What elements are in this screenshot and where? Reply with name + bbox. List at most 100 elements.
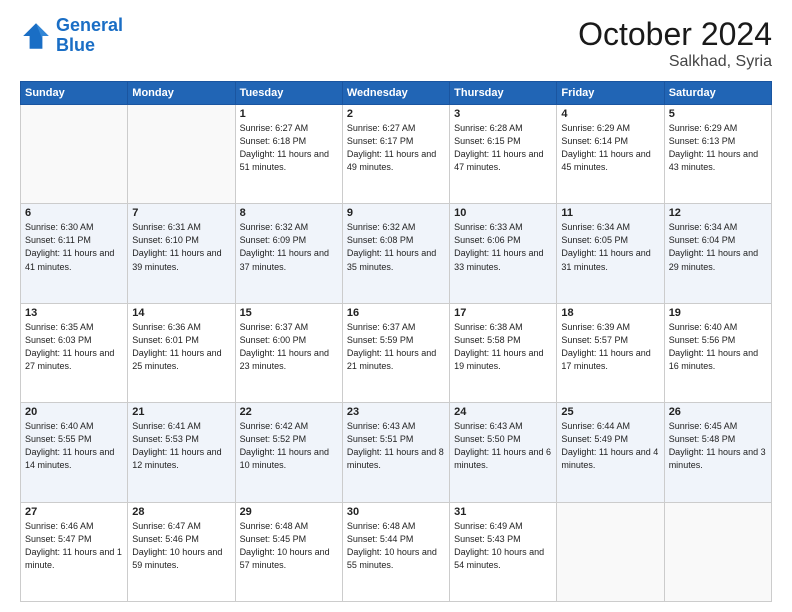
table-row: 28 Sunrise: 6:47 AM Sunset: 5:46 PM Dayli… [128, 502, 235, 601]
table-row: 21Sunrise: 6:41 AM Sunset: 5:53 PM Dayli… [128, 403, 235, 502]
day-info: Sunrise: 6:35 AM Sunset: 6:03 PM Dayligh… [25, 321, 123, 373]
day-number: 19 [669, 307, 767, 319]
day-number: 2 [347, 108, 445, 120]
day-info: Sunrise: 6:47 AM Sunset: 5:46 PM Dayligh… [132, 520, 230, 572]
table-row: 4 Sunrise: 6:29 AM Sunset: 6:14 PM Daylig… [557, 105, 664, 204]
table-row: 25 Sunrise: 6:44 AM Sunset: 5:49 PM Dayli… [557, 403, 664, 502]
day-info: Sunrise: 6:43 AM Sunset: 5:50 PM Dayligh… [454, 420, 552, 472]
day-number: 1 [240, 108, 338, 120]
calendar-week-row: 13 Sunrise: 6:35 AM Sunset: 6:03 PM Dayli… [21, 303, 772, 402]
logo: General Blue [20, 16, 123, 56]
col-sunday: Sunday [21, 82, 128, 105]
calendar-week-row: 6Sunrise: 6:30 AM Sunset: 6:11 PM Daylig… [21, 204, 772, 303]
day-number: 30 [347, 506, 445, 518]
day-number: 11 [561, 207, 659, 219]
day-number: 27 [25, 506, 123, 518]
day-info: Sunrise: 6:48 AM Sunset: 5:44 PM Dayligh… [347, 520, 445, 572]
day-info: Sunrise: 6:33 AM Sunset: 6:06 PM Dayligh… [454, 221, 552, 273]
title-block: October 2024 Salkhad, Syria [578, 16, 772, 71]
day-number: 10 [454, 207, 552, 219]
day-info: Sunrise: 6:44 AM Sunset: 5:49 PM Dayligh… [561, 420, 659, 472]
table-row: 18Sunrise: 6:39 AM Sunset: 5:57 PM Dayli… [557, 303, 664, 402]
table-row: 3Sunrise: 6:28 AM Sunset: 6:15 PM Daylig… [450, 105, 557, 204]
day-info: Sunrise: 6:46 AM Sunset: 5:47 PM Dayligh… [25, 520, 123, 572]
day-number: 20 [25, 406, 123, 418]
calendar-week-row: 1Sunrise: 6:27 AM Sunset: 6:18 PM Daylig… [21, 105, 772, 204]
table-row: 31Sunrise: 6:49 AM Sunset: 5:43 PM Dayli… [450, 502, 557, 601]
day-number: 26 [669, 406, 767, 418]
day-number: 31 [454, 506, 552, 518]
col-wednesday: Wednesday [342, 82, 449, 105]
day-number: 13 [25, 307, 123, 319]
calendar-week-row: 27 Sunrise: 6:46 AM Sunset: 5:47 PM Dayli… [21, 502, 772, 601]
day-number: 3 [454, 108, 552, 120]
table-row: 12 Sunrise: 6:34 AM Sunset: 6:04 PM Dayli… [664, 204, 771, 303]
col-saturday: Saturday [664, 82, 771, 105]
table-row: 1Sunrise: 6:27 AM Sunset: 6:18 PM Daylig… [235, 105, 342, 204]
day-info: Sunrise: 6:48 AM Sunset: 5:45 PM Dayligh… [240, 520, 338, 572]
day-info: Sunrise: 6:36 AM Sunset: 6:01 PM Dayligh… [132, 321, 230, 373]
table-row: 19 Sunrise: 6:40 AM Sunset: 5:56 PM Dayli… [664, 303, 771, 402]
month-title: October 2024 [578, 16, 772, 53]
day-number: 18 [561, 307, 659, 319]
day-number: 16 [347, 307, 445, 319]
calendar-header-row: Sunday Monday Tuesday Wednesday Thursday… [21, 82, 772, 105]
col-tuesday: Tuesday [235, 82, 342, 105]
day-info: Sunrise: 6:34 AM Sunset: 6:05 PM Dayligh… [561, 221, 659, 273]
table-row: 22 Sunrise: 6:42 AM Sunset: 5:52 PM Dayli… [235, 403, 342, 502]
col-friday: Friday [557, 82, 664, 105]
table-row: 7 Sunrise: 6:31 AM Sunset: 6:10 PM Daylig… [128, 204, 235, 303]
logo-icon [20, 20, 52, 52]
logo-text: General Blue [56, 16, 123, 56]
table-row: 9Sunrise: 6:32 AM Sunset: 6:08 PM Daylig… [342, 204, 449, 303]
day-info: Sunrise: 6:29 AM Sunset: 6:14 PM Dayligh… [561, 122, 659, 174]
table-row: 29Sunrise: 6:48 AM Sunset: 5:45 PM Dayli… [235, 502, 342, 601]
table-row: 2 Sunrise: 6:27 AM Sunset: 6:17 PM Daylig… [342, 105, 449, 204]
day-number: 5 [669, 108, 767, 120]
day-info: Sunrise: 6:40 AM Sunset: 5:56 PM Dayligh… [669, 321, 767, 373]
day-number: 12 [669, 207, 767, 219]
col-monday: Monday [128, 82, 235, 105]
table-row: 13 Sunrise: 6:35 AM Sunset: 6:03 PM Dayli… [21, 303, 128, 402]
table-row: 14 Sunrise: 6:36 AM Sunset: 6:01 PM Dayli… [128, 303, 235, 402]
calendar-table: Sunday Monday Tuesday Wednesday Thursday… [20, 81, 772, 602]
table-row: 10 Sunrise: 6:33 AM Sunset: 6:06 PM Dayli… [450, 204, 557, 303]
table-row: 15Sunrise: 6:37 AM Sunset: 6:00 PM Dayli… [235, 303, 342, 402]
day-number: 28 [132, 506, 230, 518]
day-number: 23 [347, 406, 445, 418]
table-row: 30 Sunrise: 6:48 AM Sunset: 5:44 PM Dayli… [342, 502, 449, 601]
day-number: 25 [561, 406, 659, 418]
table-row: 6Sunrise: 6:30 AM Sunset: 6:11 PM Daylig… [21, 204, 128, 303]
logo-general: General [56, 15, 123, 35]
day-info: Sunrise: 6:32 AM Sunset: 6:08 PM Dayligh… [347, 221, 445, 273]
day-number: 4 [561, 108, 659, 120]
day-number: 8 [240, 207, 338, 219]
header: General Blue October 2024 Salkhad, Syria [20, 16, 772, 71]
page: General Blue October 2024 Salkhad, Syria… [0, 0, 792, 612]
day-number: 6 [25, 207, 123, 219]
table-row [664, 502, 771, 601]
day-info: Sunrise: 6:40 AM Sunset: 5:55 PM Dayligh… [25, 420, 123, 472]
day-info: Sunrise: 6:29 AM Sunset: 6:13 PM Dayligh… [669, 122, 767, 174]
col-thursday: Thursday [450, 82, 557, 105]
calendar-week-row: 20 Sunrise: 6:40 AM Sunset: 5:55 PM Dayli… [21, 403, 772, 502]
table-row [21, 105, 128, 204]
table-row: 5 Sunrise: 6:29 AM Sunset: 6:13 PM Daylig… [664, 105, 771, 204]
table-row: 11 Sunrise: 6:34 AM Sunset: 6:05 PM Dayli… [557, 204, 664, 303]
day-info: Sunrise: 6:45 AM Sunset: 5:48 PM Dayligh… [669, 420, 767, 472]
day-number: 21 [132, 406, 230, 418]
table-row: 26 Sunrise: 6:45 AM Sunset: 5:48 PM Dayli… [664, 403, 771, 502]
day-number: 7 [132, 207, 230, 219]
day-info: Sunrise: 6:37 AM Sunset: 5:59 PM Dayligh… [347, 321, 445, 373]
day-info: Sunrise: 6:37 AM Sunset: 6:00 PM Dayligh… [240, 321, 338, 373]
day-number: 22 [240, 406, 338, 418]
day-number: 17 [454, 307, 552, 319]
day-info: Sunrise: 6:34 AM Sunset: 6:04 PM Dayligh… [669, 221, 767, 273]
day-info: Sunrise: 6:42 AM Sunset: 5:52 PM Dayligh… [240, 420, 338, 472]
day-number: 14 [132, 307, 230, 319]
day-info: Sunrise: 6:27 AM Sunset: 6:17 PM Dayligh… [347, 122, 445, 174]
logo-blue: Blue [56, 35, 95, 55]
day-info: Sunrise: 6:31 AM Sunset: 6:10 PM Dayligh… [132, 221, 230, 273]
day-info: Sunrise: 6:32 AM Sunset: 6:09 PM Dayligh… [240, 221, 338, 273]
day-info: Sunrise: 6:43 AM Sunset: 5:51 PM Dayligh… [347, 420, 445, 472]
